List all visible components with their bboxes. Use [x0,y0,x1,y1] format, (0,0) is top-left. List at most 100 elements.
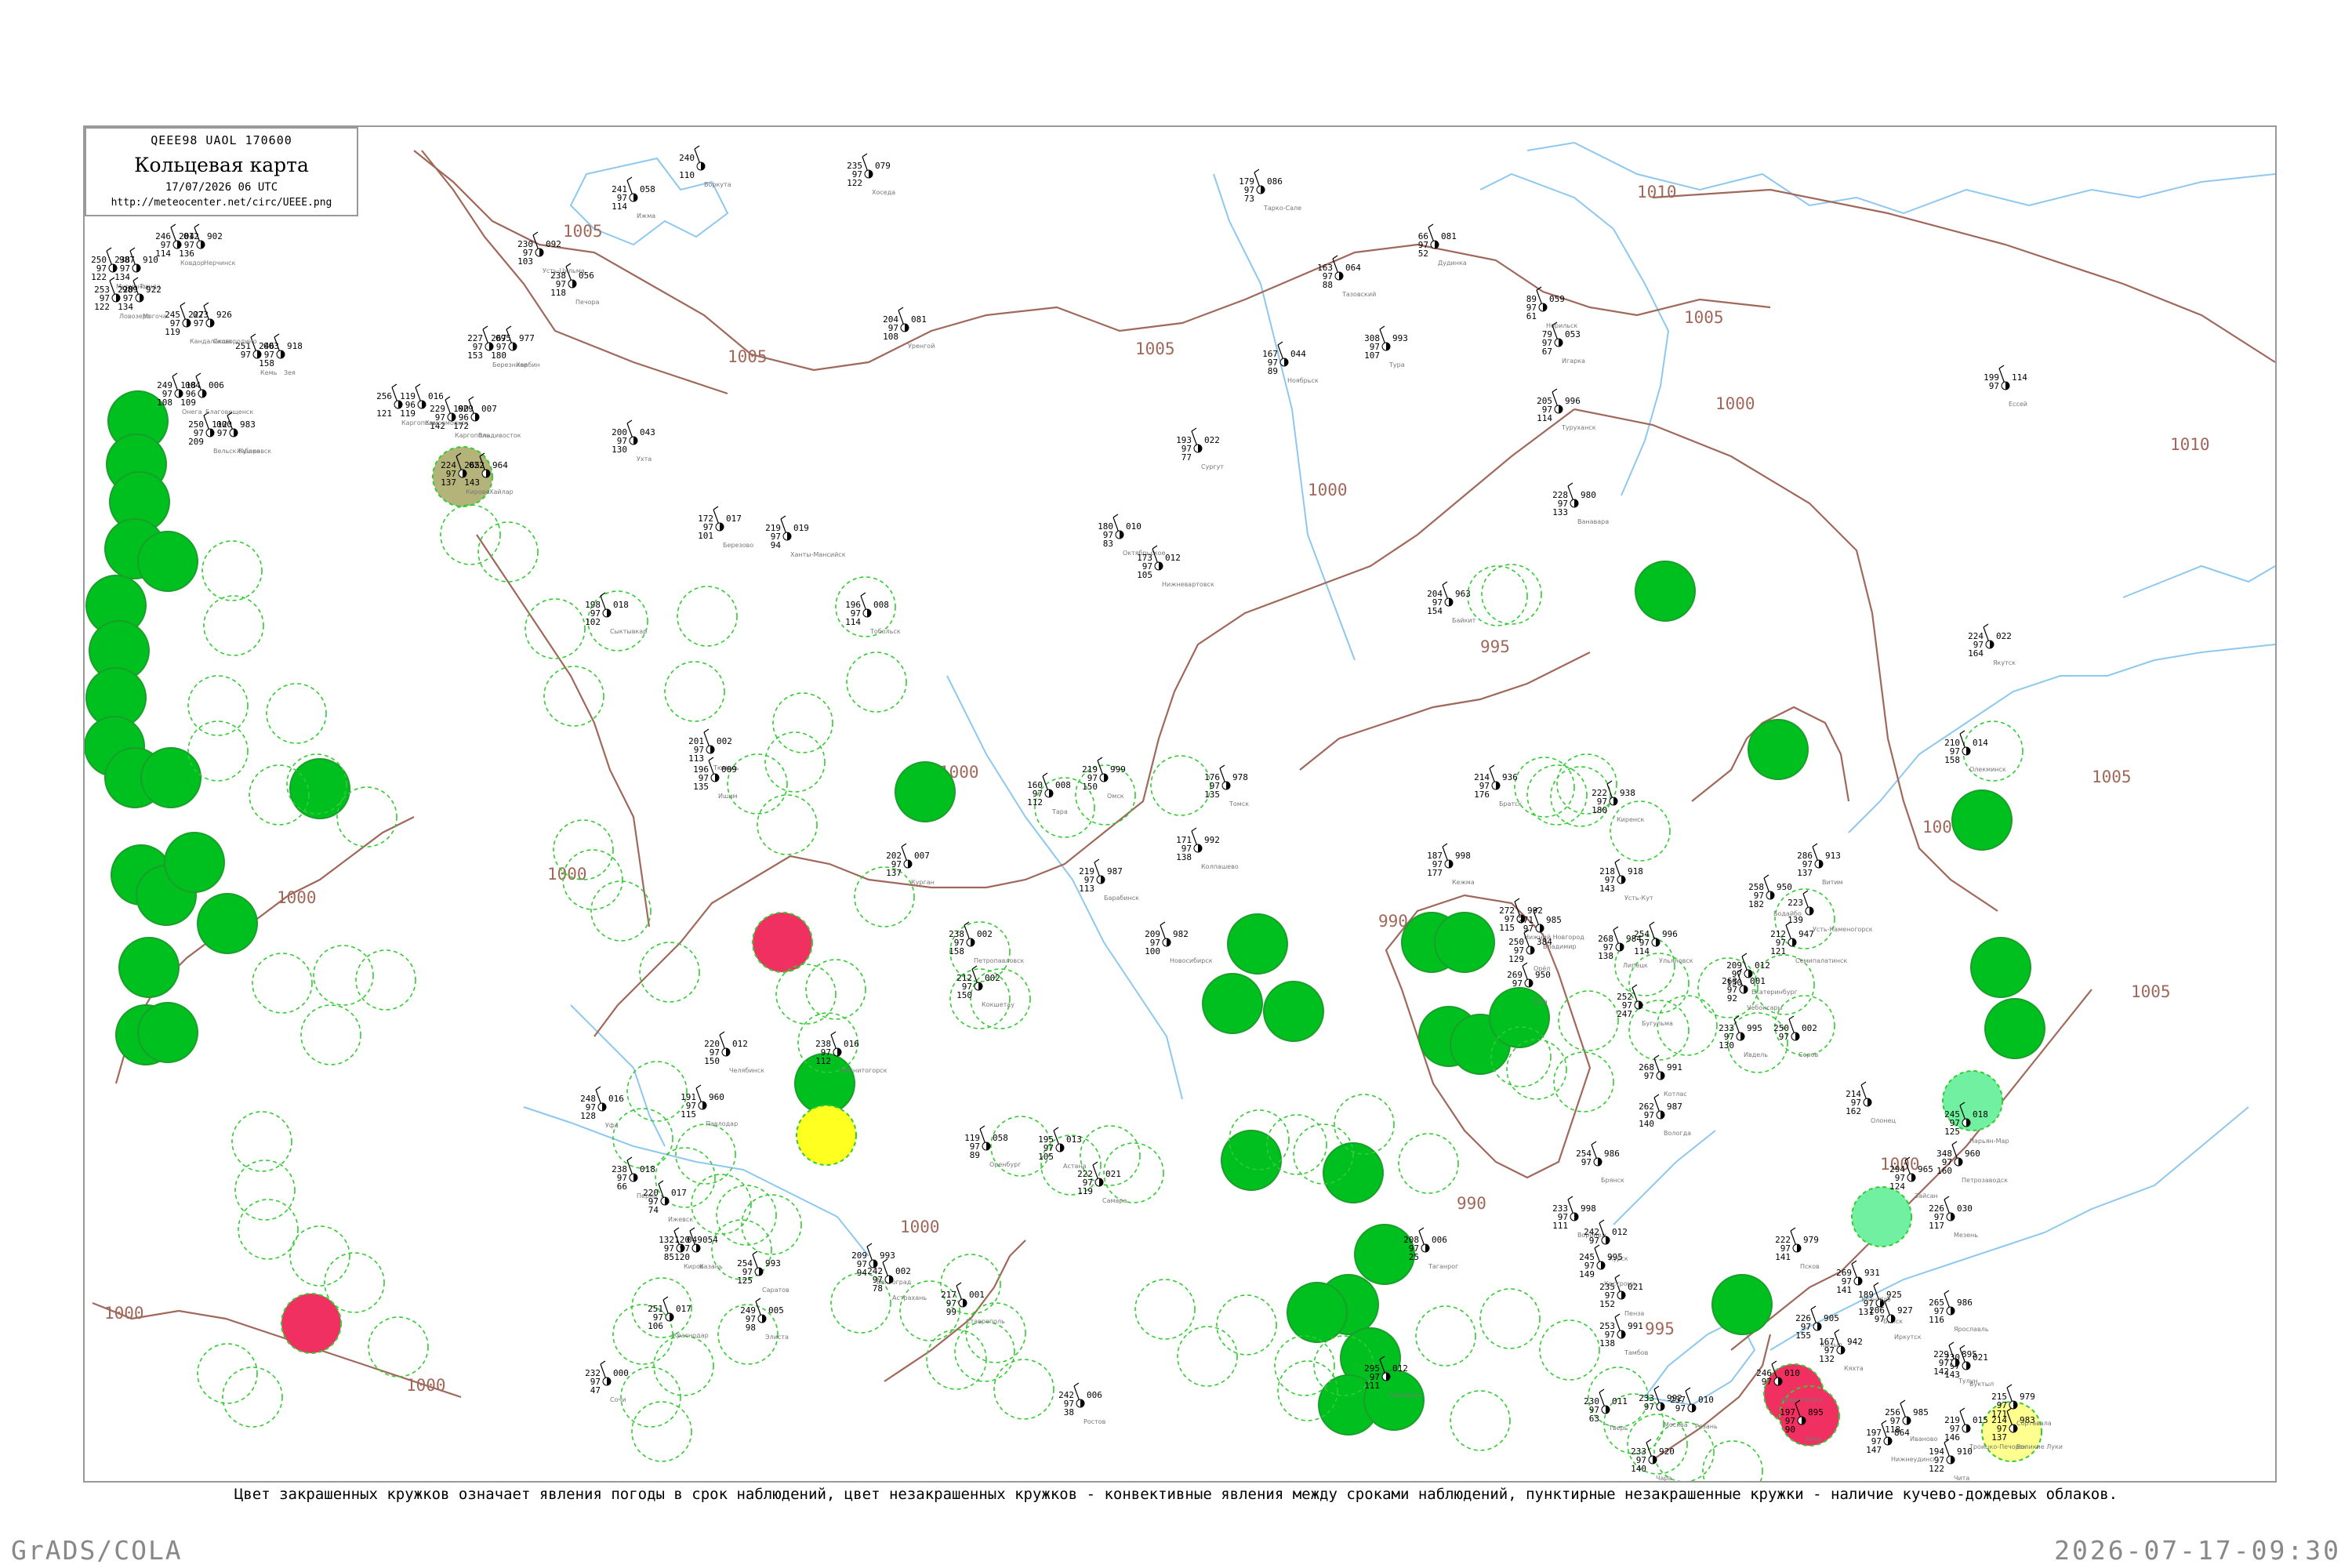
convective-cloud-ring [846,652,907,713]
cloud-cover-fill [140,294,143,302]
station-value: 985 [1913,1407,1929,1417]
cloud-cover-fill [1656,938,1660,946]
convective-cloud-ring [238,1199,299,1260]
wind-feather [1653,1094,1660,1098]
station-value: Сковородино [213,338,257,345]
cloud-cover-fill [1449,860,1453,868]
station-value: 114 [612,201,627,212]
cloud-cover-fill [1049,789,1053,797]
station-value: 122 [1929,1464,1944,1474]
station-value: 111 [1552,1221,1568,1231]
map-datetime: 17/07/2026 06 UTC [165,181,278,194]
station-value: Нарьян-Мар [1969,1138,2009,1145]
cloud-cover-fill [202,390,206,397]
wind-feather [1763,874,1769,879]
convective-cloud-ring [653,1335,714,1396]
isobars [92,150,2275,1461]
station-value: 141 [1775,1252,1791,1262]
cloud-cover-fill [696,1244,700,1252]
convective-cloud-ring [336,786,397,848]
wind-feather [1983,623,1989,628]
station-plot: 196 00897114Тобольск [845,592,901,635]
convective-cloud-ring [187,675,249,736]
station-value: 010 [1698,1395,1714,1405]
wind-feather [866,1243,873,1247]
station-value: Ухта [637,456,652,463]
station-value: Таганрог [1428,1263,1458,1270]
station-value: Байкит [1452,617,1476,624]
station-value: 054 [702,1235,718,1245]
convective-cloud-ring [677,586,738,647]
cloud-cover-fill [1795,1033,1799,1040]
station-value: Ярославль [1954,1326,1989,1333]
cloud-cover-fill [513,343,517,350]
station-plot: 160 00897112Тара [1027,772,1071,815]
cloud-cover-fill [710,746,714,753]
station-value: Братск [1499,800,1523,808]
station-value: 158 [259,358,274,368]
station-value: Тула [1531,998,1548,1005]
wind-feather [1873,1282,1879,1287]
wind-feather [1042,772,1048,777]
station-value: 864 [1894,1428,1910,1438]
convective-cloud-ring [1398,1133,1459,1194]
wind-feather [415,383,421,388]
cloud-cover-fill [1060,1144,1064,1152]
station-value: 987 [1107,866,1123,877]
station-value: Котлас [1664,1091,1687,1098]
station-value: Ижма [637,212,655,220]
station-value: Ижевск [668,1216,693,1223]
isobar-label: 1000 [406,1376,446,1395]
wind-feather [170,223,176,228]
station-value: Ульяновск [1659,957,1693,964]
station-value: 018 [1973,1109,1988,1120]
weather-circle-green [895,761,956,822]
isobar-label: 1005 [1684,308,1724,327]
wind-feather [1442,581,1448,586]
convective-cloud-ring [1134,1279,1196,1340]
station-value: 153 [467,350,483,361]
cloud-cover-fill [1770,891,1774,899]
cloud-cover-fill [1167,938,1171,946]
station-value: 910 [1957,1446,1973,1457]
station-value: 005 [768,1305,784,1316]
station-value: 114 [1537,413,1552,423]
station-value: Кокшетау [982,1001,1014,1008]
wind-feather [1599,1388,1605,1393]
wind-feather [1653,1054,1660,1059]
station-value: 134 [114,272,130,282]
cloud-cover-fill [1809,907,1813,915]
cloud-cover-fill [1951,1213,1955,1221]
station-value: Москва [1664,1421,1688,1428]
taymyr-coast [1526,141,2275,215]
station-value: 081 [1441,231,1457,241]
station-value: 135 [693,782,709,792]
source-url[interactable]: http://meteocenter.net/circ/UEEE.png [86,197,357,209]
station-value: 116 [1929,1315,1944,1325]
convective-cloud-ring [289,1225,350,1287]
station-plot: 268 99197Котлас [1639,1054,1687,1098]
station-value: 995 [1607,1252,1623,1262]
station-value: 47 [590,1385,601,1396]
station-value: 90 [1785,1425,1795,1435]
station-value: 991 [1667,1062,1682,1073]
station-value: 112 [815,1056,831,1066]
convective-cloud-ring [1610,800,1671,862]
wind-feather [1834,1329,1840,1334]
station-value: Астрахань [892,1294,927,1301]
wind-feather [565,263,572,267]
cloud-cover-fill [837,1048,841,1056]
isobar-label: 1000 [277,888,317,907]
station-value: 995 [1747,1023,1762,1033]
station-value: 910 [143,255,158,265]
station-value: Олонец [1871,1117,1896,1124]
convective-cloud-ring [775,964,837,1025]
station-value: 058 [993,1133,1008,1143]
convective-cloud-ring [1539,1319,1600,1381]
station-value: Бугульма [1642,1020,1673,1027]
convective-cloud-ring [231,1111,292,1172]
station-value: 129 [1508,954,1524,964]
isobar-label: 1005 [2131,982,2171,1001]
station-value: 002 [717,736,732,746]
station-value: 106 [648,1321,663,1331]
